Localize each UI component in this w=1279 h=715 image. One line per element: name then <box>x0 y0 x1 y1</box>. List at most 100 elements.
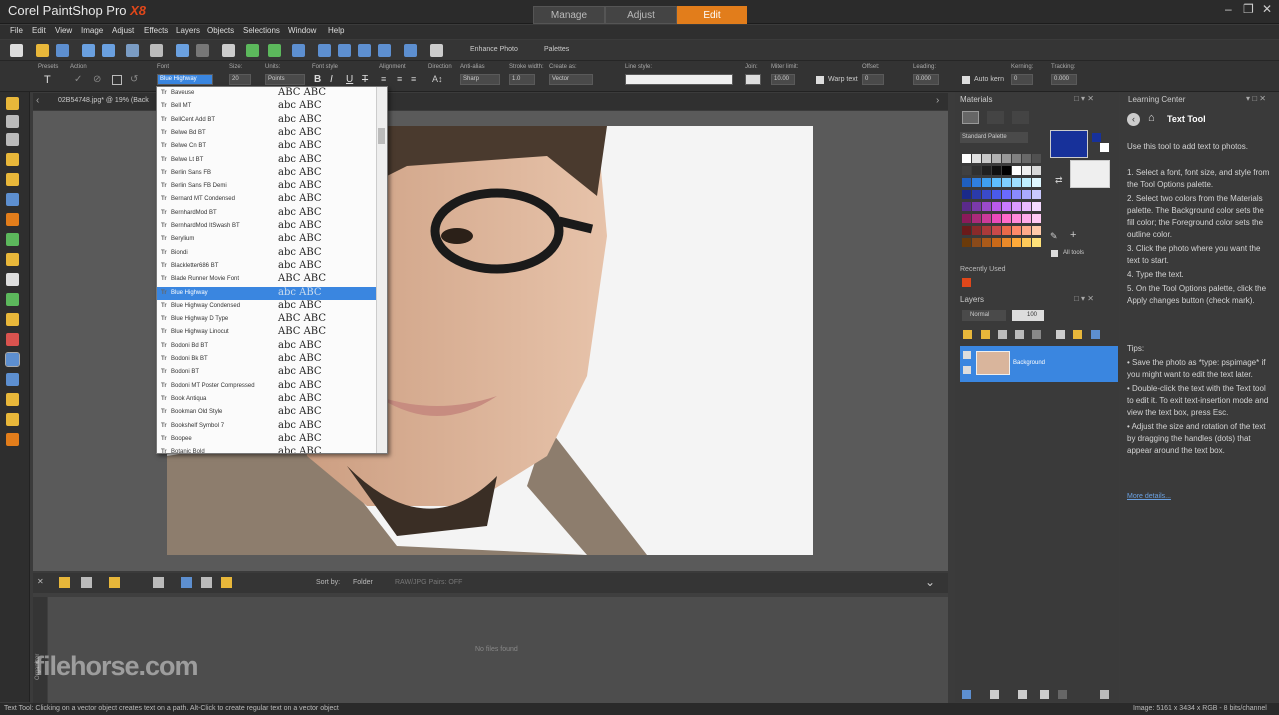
color-swatch[interactable] <box>992 154 1001 163</box>
color-swatch[interactable] <box>1032 178 1041 187</box>
makeover-tool-icon[interactable] <box>6 253 19 266</box>
color-swatch[interactable] <box>1032 202 1041 211</box>
font-list-item[interactable]: Tr BernhardMod BT abc ABC <box>157 207 377 220</box>
open-folder-icon[interactable] <box>36 44 49 57</box>
layer-lock-icon[interactable] <box>963 366 971 374</box>
leading-field[interactable]: 0.000 <box>913 74 939 85</box>
mask-layer-icon[interactable] <box>1018 690 1027 699</box>
menu-objects[interactable]: Objects <box>207 26 234 35</box>
font-select[interactable]: Blue Highway <box>157 74 213 85</box>
color-swatch[interactable] <box>1022 202 1031 211</box>
color-swatch[interactable] <box>992 238 1001 247</box>
color-swatch[interactable] <box>962 226 971 235</box>
color-swatch[interactable] <box>1012 214 1021 223</box>
swatch-mode-icon[interactable] <box>1012 111 1029 124</box>
new-raster-layer-icon[interactable] <box>962 690 971 699</box>
folder-tree-icon[interactable] <box>59 577 70 588</box>
color-replacer-icon[interactable] <box>6 333 19 346</box>
lock-layer-icon[interactable] <box>1073 330 1082 339</box>
menu-view[interactable]: View <box>55 26 72 35</box>
color-swatch[interactable] <box>962 178 971 187</box>
recent-color-swatch[interactable] <box>962 278 971 287</box>
font-list-item[interactable]: Tr Botanic Bold abc ABC <box>157 446 377 453</box>
font-list-item[interactable]: Tr Blue Highway Linocut ABC ABC <box>157 326 377 339</box>
color-swatch[interactable] <box>1032 214 1041 223</box>
pick-tool-icon[interactable] <box>6 115 19 128</box>
join-select[interactable] <box>745 74 761 85</box>
print-icon[interactable] <box>150 44 163 57</box>
redo-icon[interactable] <box>196 44 209 57</box>
tag-icon[interactable] <box>109 577 120 588</box>
font-list-item[interactable]: Tr Boopee abc ABC <box>157 433 377 446</box>
color-swatch[interactable] <box>1012 154 1021 163</box>
menu-window[interactable]: Window <box>288 26 316 35</box>
tab-scroll-right-icon[interactable]: › <box>936 95 939 106</box>
convert-icon[interactable] <box>112 75 122 85</box>
color-swatch[interactable] <box>982 154 991 163</box>
opacity-field[interactable]: 100 <box>1012 310 1044 321</box>
tab-manage[interactable]: Manage <box>533 6 605 24</box>
palettes-button[interactable]: Palettes <box>544 46 569 53</box>
color-swatch[interactable] <box>962 238 971 247</box>
rotate-left-icon[interactable] <box>246 44 259 57</box>
color-swatch[interactable] <box>962 166 971 175</box>
adjustment-layer-icon[interactable] <box>990 690 999 699</box>
tab-edit[interactable]: Edit <box>677 6 747 24</box>
color-swatch[interactable] <box>1022 166 1031 175</box>
color-swatch[interactable] <box>972 226 981 235</box>
font-list-item[interactable]: Tr Belwe Lt BT abc ABC <box>157 154 377 167</box>
cancel-icon[interactable]: ⊘ <box>93 74 101 85</box>
menu-help[interactable]: Help <box>328 26 344 35</box>
font-list-item[interactable]: Tr Blue Highway abc ABC <box>157 286 377 300</box>
actual-size-icon[interactable] <box>338 44 351 57</box>
menu-edit[interactable]: Edit <box>32 26 46 35</box>
color-swatch[interactable] <box>982 178 991 187</box>
menu-effects[interactable]: Effects <box>144 26 168 35</box>
color-swatch[interactable] <box>1012 178 1021 187</box>
home-icon[interactable]: ⌂ <box>1148 112 1155 124</box>
color-swatch[interactable] <box>982 226 991 235</box>
tab-adjust[interactable]: Adjust <box>605 6 677 24</box>
color-swatch[interactable] <box>1012 226 1021 235</box>
layers-close-icon[interactable]: □ ▾ ✕ <box>1074 294 1094 303</box>
color-swatch[interactable] <box>962 214 971 223</box>
new-mask-icon[interactable] <box>998 330 1007 339</box>
offset-field[interactable]: 0 <box>862 74 884 85</box>
link-layer-icon[interactable] <box>1056 330 1065 339</box>
swap-colors-icon[interactable]: ⇄ <box>1055 175 1063 186</box>
align-center-icon[interactable]: ≡ <box>397 74 402 84</box>
color-swatch[interactable] <box>1012 190 1021 199</box>
italic-button[interactable]: I <box>330 74 333 85</box>
color-swatch[interactable] <box>992 214 1001 223</box>
save-icon[interactable] <box>82 44 95 57</box>
group-layer-icon[interactable] <box>1040 690 1049 699</box>
font-list-item[interactable]: Tr BellCent Add BT abc ABC <box>157 114 377 127</box>
menu-image[interactable]: Image <box>81 26 103 35</box>
font-list-item[interactable]: Tr Book Antiqua abc ABC <box>157 393 377 406</box>
share-organizer-icon[interactable] <box>201 577 212 588</box>
all-tools-checkbox[interactable] <box>1051 250 1058 257</box>
color-swatch[interactable] <box>982 190 991 199</box>
compare-icon[interactable] <box>221 577 232 588</box>
font-list-item[interactable]: Tr Bookshelf Symbol 7 abc ABC <box>157 420 377 433</box>
people-icon[interactable] <box>153 577 164 588</box>
foreground-small-swatch[interactable] <box>1092 133 1101 142</box>
background-small-swatch[interactable] <box>1100 143 1109 152</box>
color-swatch[interactable] <box>1032 190 1041 199</box>
document-tab[interactable]: 02B54748.jpg* @ 19% (Back <box>58 97 149 104</box>
fit-image-icon[interactable] <box>404 44 417 57</box>
tracking-field[interactable]: 0.000 <box>1051 74 1077 85</box>
new-file-icon[interactable] <box>10 44 23 57</box>
bold-button[interactable]: B <box>314 74 321 85</box>
layer-style-icon[interactable] <box>1091 330 1100 339</box>
share-icon[interactable] <box>126 44 139 57</box>
maximize-icon[interactable]: ❐ <box>1243 2 1254 16</box>
color-swatch[interactable] <box>992 190 1001 199</box>
browse-icon[interactable] <box>56 44 69 57</box>
eraser-tool-icon[interactable] <box>6 273 19 286</box>
color-swatch[interactable] <box>1002 178 1011 187</box>
color-swatch[interactable] <box>1022 226 1031 235</box>
color-swatch[interactable] <box>992 226 1001 235</box>
anti-alias-select[interactable]: Sharp <box>460 74 500 85</box>
info-icon[interactable] <box>292 44 305 57</box>
